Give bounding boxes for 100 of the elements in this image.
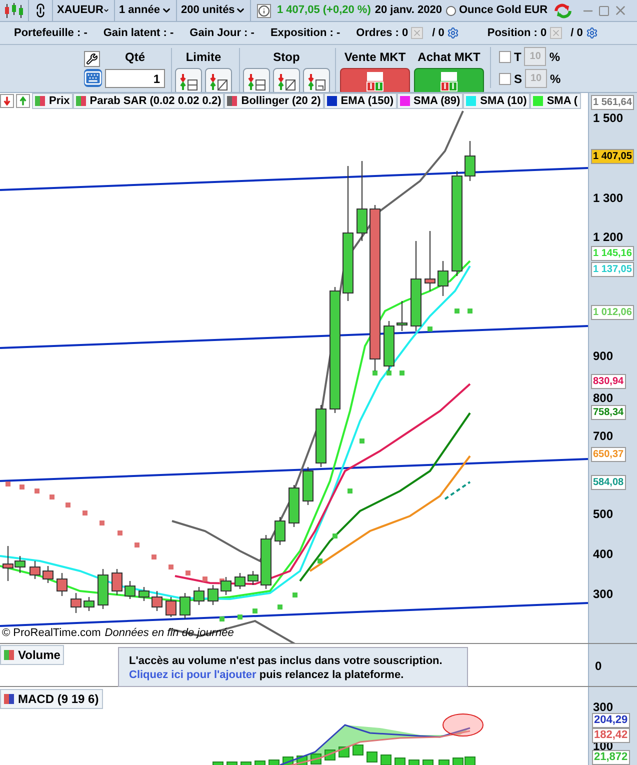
order-count: Ordres : 0: [356, 26, 408, 41]
price-tag: 1 145,16: [591, 246, 634, 261]
candlestick: [384, 320, 394, 372]
histogram-bar: [422, 760, 434, 765]
order-icon: [438, 70, 460, 92]
indicator-legend[interactable]: Prix: [32, 93, 73, 109]
candlestick: [112, 568, 122, 596]
histogram-bar: [268, 760, 280, 765]
candlestick: [316, 404, 326, 468]
indicator-legend[interactable]: SMA (10): [463, 93, 530, 109]
percent-label: %: [550, 70, 561, 88]
instrument-radio[interactable]: Ounce Gold EUR: [446, 2, 548, 19]
maximize-icon[interactable]: [598, 4, 610, 16]
price-change: 1 407,05 (+0,20 %): [277, 3, 371, 18]
histogram-bar: [408, 760, 420, 765]
scroll-down-icon[interactable]: [0, 94, 14, 108]
account-stat: Gain latent : -: [103, 26, 174, 41]
settings-icon[interactable]: [447, 27, 460, 39]
histogram-bar: [212, 762, 224, 765]
pending-count: / 0: [570, 26, 583, 41]
axis-tick: 300: [593, 588, 614, 600]
histogram-bar: [394, 758, 406, 765]
buy-label: Achat MKT: [418, 49, 480, 66]
credit-text: © ProRealTime.com: [2, 626, 101, 640]
refresh-icon[interactable]: [552, 2, 573, 20]
candlestick: [166, 596, 176, 618]
price-tag: 584,08: [591, 475, 626, 490]
indicator-legend[interactable]: Bollinger (20 2): [224, 93, 324, 109]
quote-date: 20 janv. 2020: [374, 3, 442, 18]
indicator-legend[interactable]: SMA (89): [396, 93, 464, 109]
candlestick: [98, 568, 108, 610]
indicator-tag: 204,29: [592, 713, 630, 728]
indicator-legend[interactable]: Parab SAR (0.02 0.02 0.2): [72, 93, 224, 109]
candlestick: [248, 570, 258, 586]
candlestick: [234, 572, 246, 590]
histogram-bar: [254, 760, 266, 765]
dropdown[interactable]: 1 année: [115, 0, 177, 21]
candlestick: [464, 140, 476, 182]
price-tag: 758,34: [591, 405, 626, 420]
axis-tick: 0: [595, 660, 602, 672]
candlestick: [220, 576, 232, 596]
wrench-icon[interactable]: [84, 51, 100, 67]
pending-count: / 0: [432, 26, 444, 41]
price-tag: 1 561,64: [591, 95, 634, 110]
indicator-legend[interactable]: SMA (: [530, 93, 581, 109]
candlestick-icon[interactable]: [3, 2, 25, 20]
candlestick: [288, 484, 300, 528]
qty-label: Qté: [124, 49, 145, 66]
option-label: S: [514, 70, 522, 88]
price-tag: 650,37: [591, 447, 626, 462]
percent-label: %: [549, 48, 560, 66]
price-tag: 1 137,05: [591, 262, 634, 277]
notice-text: puis relancez la plateforme.: [259, 669, 404, 681]
candlestick: [274, 516, 286, 546]
candlestick: [194, 586, 204, 606]
candlestick: [260, 534, 272, 590]
indicator-legend[interactable]: EMA (150): [324, 93, 397, 109]
histogram-bar: [226, 762, 238, 765]
candlestick: [70, 592, 82, 614]
notice-text: L'accès au volume n'est pas inclus dans votre souscription.: [129, 654, 444, 668]
dropdown[interactable]: XAUEUR: [53, 0, 115, 21]
candlestick: [56, 572, 68, 596]
candlestick: [180, 592, 190, 620]
candlestick: [302, 466, 314, 506]
indicator-tag: 21,872: [592, 750, 630, 765]
qty-field[interactable]: 1: [105, 69, 165, 88]
dropdown[interactable]: 200 unités: [177, 0, 251, 21]
highlight-ellipse: [442, 714, 484, 736]
axis-tick: 300: [593, 701, 614, 713]
axis-tick: 800: [593, 392, 614, 404]
histogram-bar: [380, 754, 392, 765]
histogram-bar: [366, 752, 378, 762]
axis-tick: 700: [593, 430, 614, 442]
option-label: T: [514, 48, 522, 66]
candlestick: [30, 560, 40, 580]
settings-icon[interactable]: [586, 27, 598, 39]
limit-label: Limite: [186, 49, 222, 66]
price-tag: 830,94: [591, 374, 626, 389]
axis-tick: 1 500: [593, 112, 624, 124]
histogram-bar: [352, 744, 364, 756]
candlestick: [438, 260, 448, 296]
candlestick: [424, 230, 436, 292]
axis-tick: 1 300: [593, 192, 624, 204]
volume-legend[interactable]: Volume: [0, 645, 64, 665]
order-icon: [364, 70, 386, 92]
candlestick: [138, 586, 150, 602]
scroll-up-icon[interactable]: [16, 94, 30, 108]
axis-tick: 900: [593, 350, 614, 362]
axis-tick: 500: [593, 508, 614, 520]
account-stat: Portefeuille : -: [14, 26, 88, 41]
add-link[interactable]: Cliquez ici pour l'ajouter: [129, 669, 256, 681]
price-tag: 1 407,05: [591, 149, 634, 164]
sell-label: Vente MKT: [344, 49, 406, 66]
histogram-bar: [438, 760, 450, 765]
candlestick: [124, 580, 136, 600]
info-icon[interactable]: [257, 4, 271, 18]
keyboard-icon[interactable]: [84, 69, 102, 87]
account-stat: Exposition : -: [270, 26, 340, 41]
macd-legend[interactable]: MACD (9 19 6): [0, 689, 103, 709]
account-stat: Gain Jour : -: [190, 26, 254, 41]
